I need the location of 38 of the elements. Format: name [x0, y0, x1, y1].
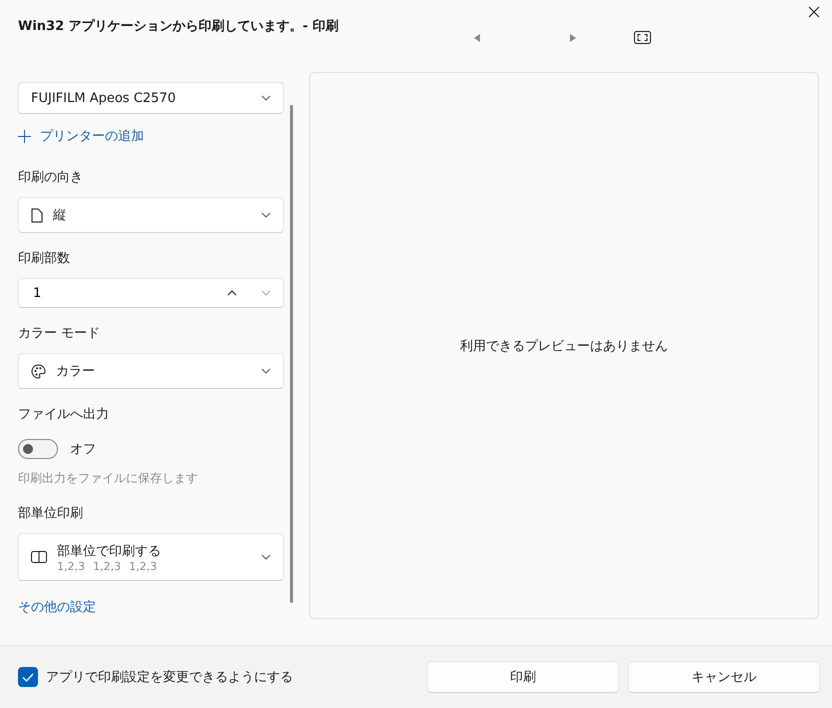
setting-description: 印刷出力をファイルに保存します	[18, 470, 199, 487]
toggle-switch[interactable]	[18, 439, 58, 459]
page-icon	[31, 208, 43, 222]
scrollbar[interactable]	[290, 105, 293, 603]
dropdown[interactable]: 縦	[18, 197, 284, 233]
print-button[interactable]: 印刷	[427, 661, 619, 693]
plus-icon	[18, 130, 31, 142]
palette-icon	[31, 364, 46, 378]
preview-message: 利用できるプレビューはありません	[460, 338, 668, 354]
printer-dropdown[interactable]: FUJIFILM Apeos C2570	[18, 82, 284, 114]
setting-label: 部単位印刷	[18, 505, 84, 523]
next-page-button[interactable]	[570, 34, 576, 42]
close-icon	[808, 6, 820, 18]
book-icon	[31, 551, 47, 563]
setting-label: 印刷部数	[18, 250, 71, 268]
fit-page-button[interactable]	[634, 31, 651, 44]
add-printer-link[interactable]: プリンターの追加	[18, 126, 144, 146]
chevron-down-icon	[261, 290, 271, 296]
dropdown[interactable]: カラー	[18, 353, 284, 389]
checkbox[interactable]	[18, 667, 38, 687]
cancel-button[interactable]: キャンセル	[628, 661, 820, 693]
chevron-down-icon	[261, 212, 271, 218]
setting-label: ファイルへ出力	[18, 406, 110, 424]
previous-page-button[interactable]	[474, 34, 480, 42]
chevron-down-icon	[261, 95, 271, 101]
check-icon	[22, 672, 34, 682]
setting-label: 印刷の向き	[18, 169, 84, 187]
setting-label: カラー モード	[18, 325, 102, 343]
toggle-state: オフ	[70, 441, 96, 458]
window-title: Win32 アプリケーションから印刷しています。- 印刷	[18, 18, 340, 36]
copies-input[interactable]: 1	[31, 284, 215, 302]
chevron-up-icon	[227, 290, 237, 296]
checkbox-label: アプリで印刷設定を変更できるようにする	[46, 669, 293, 686]
chevron-down-icon	[261, 554, 271, 560]
chevron-down-icon	[261, 368, 271, 374]
more-settings-link[interactable]: その他の設定	[18, 598, 96, 618]
number-field[interactable]: 1	[18, 278, 284, 308]
dropdown[interactable]: 部単位で印刷する 1,2,3 1,2,3 1,2,3	[18, 533, 284, 581]
